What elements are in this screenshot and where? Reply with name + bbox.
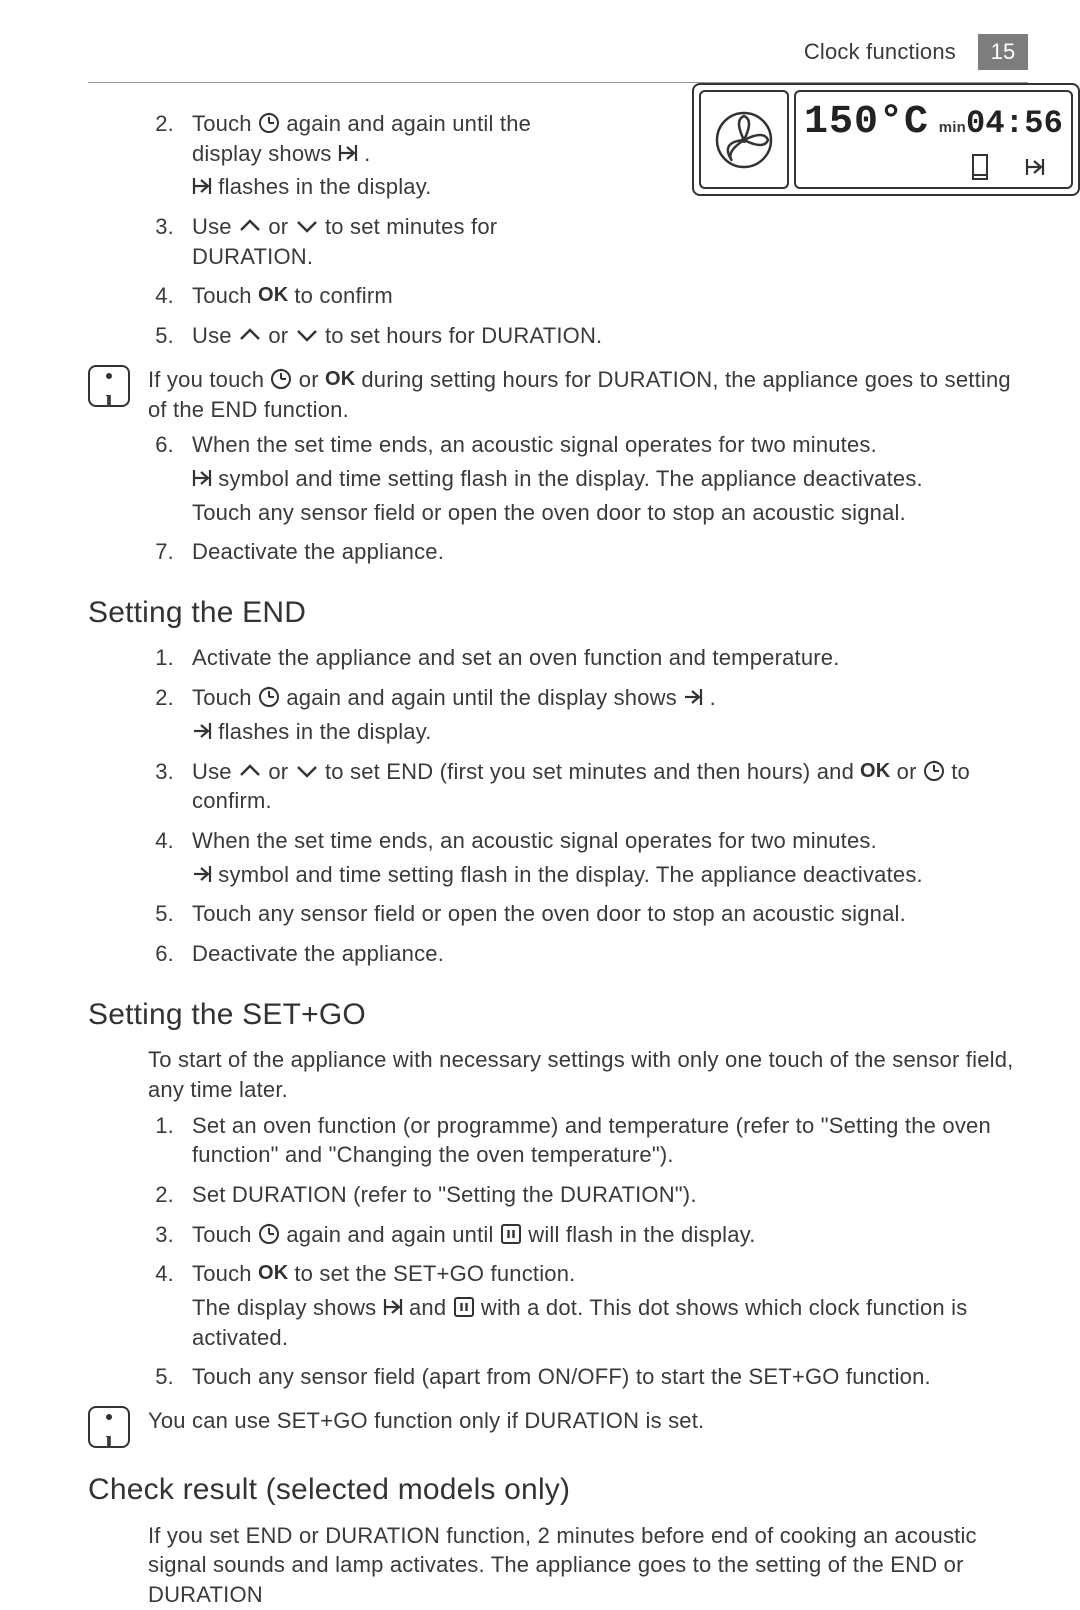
display-info-area: 150°C min04:56: [794, 90, 1073, 189]
ok-icon: [258, 1262, 288, 1284]
sg-3: Touch again and again until will flash i…: [192, 1220, 1028, 1250]
page-number: 15: [978, 34, 1028, 70]
end-1: Activate the appliance and set an oven f…: [192, 643, 1028, 673]
step-6a: When the set time ends, an acoustic sign…: [192, 430, 1028, 460]
pause-box-icon: [453, 1296, 475, 1318]
clock-icon: [258, 686, 280, 708]
sg-4b: The display shows and with a dot. This d…: [192, 1293, 1028, 1352]
step-num: 3.: [148, 757, 192, 820]
step-num: 5.: [148, 1362, 192, 1396]
clock-icon: [923, 760, 945, 782]
sg-1: Set an oven function (or programme) and …: [192, 1111, 1028, 1170]
step-num: 2.: [148, 1180, 192, 1214]
sg-2: Set DURATION (refer to "Setting the DURA…: [192, 1180, 1028, 1210]
display-temperature: 150°C: [804, 96, 929, 150]
ok-icon: [258, 284, 288, 306]
step-num: 1.: [148, 1111, 192, 1174]
step-num: 2.: [148, 683, 192, 750]
ok-icon: [860, 760, 890, 782]
content: 150°C min04:56 2. Touch again and again …: [0, 83, 1080, 1610]
chevron-down-icon: [295, 324, 319, 346]
chevron-down-icon: [295, 215, 319, 237]
duration-icon: [192, 175, 212, 197]
step-num: 4.: [148, 281, 192, 315]
end-3: Use or to set END (first you set minutes…: [192, 757, 1028, 816]
chevron-up-icon: [238, 324, 262, 346]
step-6b: symbol and time setting flash in the dis…: [192, 464, 1028, 494]
end-2: Touch again and again until the display …: [192, 683, 1028, 713]
end-6: Deactivate the appliance.: [192, 939, 1028, 969]
end-2b: flashes in the display.: [192, 717, 1028, 747]
chevron-down-icon: [295, 760, 319, 782]
pause-box-icon: [500, 1223, 522, 1245]
step-num: 6.: [148, 430, 192, 531]
fan-icon: [714, 110, 774, 170]
display-time: 04:56: [966, 105, 1063, 142]
display-min-label: min: [939, 119, 966, 136]
step-num: 4.: [148, 826, 192, 893]
sg-5: Touch any sensor field (apart from ON/OF…: [192, 1362, 1028, 1392]
info-icon: ı: [88, 365, 130, 407]
duration-icon: [192, 467, 212, 489]
step-num: 7.: [148, 537, 192, 571]
info-2-text: You can use SET+GO function only if DURA…: [148, 1406, 1028, 1436]
info-icon: ı: [88, 1406, 130, 1448]
step-3-text: Use or to set minutes for DURATION.: [192, 212, 598, 271]
step-num: 3.: [148, 1220, 192, 1254]
step-7: Deactivate the appliance.: [192, 537, 1028, 567]
clock-icon: [270, 368, 292, 390]
step-num: 4.: [148, 1259, 192, 1356]
heading-setgo: Setting the SET+GO: [88, 995, 1028, 1036]
step-2-sub: flashes in the display.: [192, 172, 598, 202]
chevron-up-icon: [238, 760, 262, 782]
display-fan-area: [699, 90, 789, 189]
oven-display-panel: 150°C min04:56: [692, 83, 1080, 196]
info-1-text: If you touch or during setting hours for…: [148, 365, 1028, 424]
clock-icon: [258, 112, 280, 134]
end-icon: [192, 863, 212, 885]
step-num: 5.: [148, 899, 192, 933]
ok-icon: [325, 368, 355, 390]
step-6c: Touch any sensor field or open the oven …: [192, 498, 1028, 528]
step-5-text: Use or to set hours for DURATION.: [192, 321, 1028, 351]
step-num: 2.: [148, 109, 192, 206]
check-body: If you set END or DURATION function, 2 m…: [88, 1521, 1028, 1610]
display-duration-icon: [1025, 156, 1045, 178]
end-4b: symbol and time setting flash in the dis…: [192, 860, 1028, 890]
step-2-text: Touch again and again until the display …: [192, 109, 598, 168]
chevron-up-icon: [238, 215, 262, 237]
clock-icon: [258, 1223, 280, 1245]
heading-check: Check result (selected models only): [88, 1470, 1028, 1511]
heading-end: Setting the END: [88, 593, 1028, 634]
duration-icon: [338, 142, 358, 164]
end-5: Touch any sensor field or open the oven …: [192, 899, 1028, 929]
end-4a: When the set time ends, an acoustic sign…: [192, 826, 1028, 856]
step-num: 6.: [148, 939, 192, 973]
step-num: 1.: [148, 643, 192, 677]
sg-4a: Touch to set the SET+GO function.: [192, 1259, 1028, 1289]
duration-icon: [383, 1296, 403, 1318]
step-num: 5.: [148, 321, 192, 355]
end-icon: [192, 720, 212, 742]
display-rect-icon: [971, 153, 989, 181]
header-title: Clock functions: [804, 37, 956, 67]
step-4-text: Touch to confirm: [192, 281, 1028, 311]
setgo-intro: To start of the appliance with necessary…: [88, 1045, 1028, 1104]
end-icon: [683, 686, 703, 708]
step-num: 3.: [148, 212, 192, 275]
page-header: Clock functions 15: [0, 0, 1080, 70]
